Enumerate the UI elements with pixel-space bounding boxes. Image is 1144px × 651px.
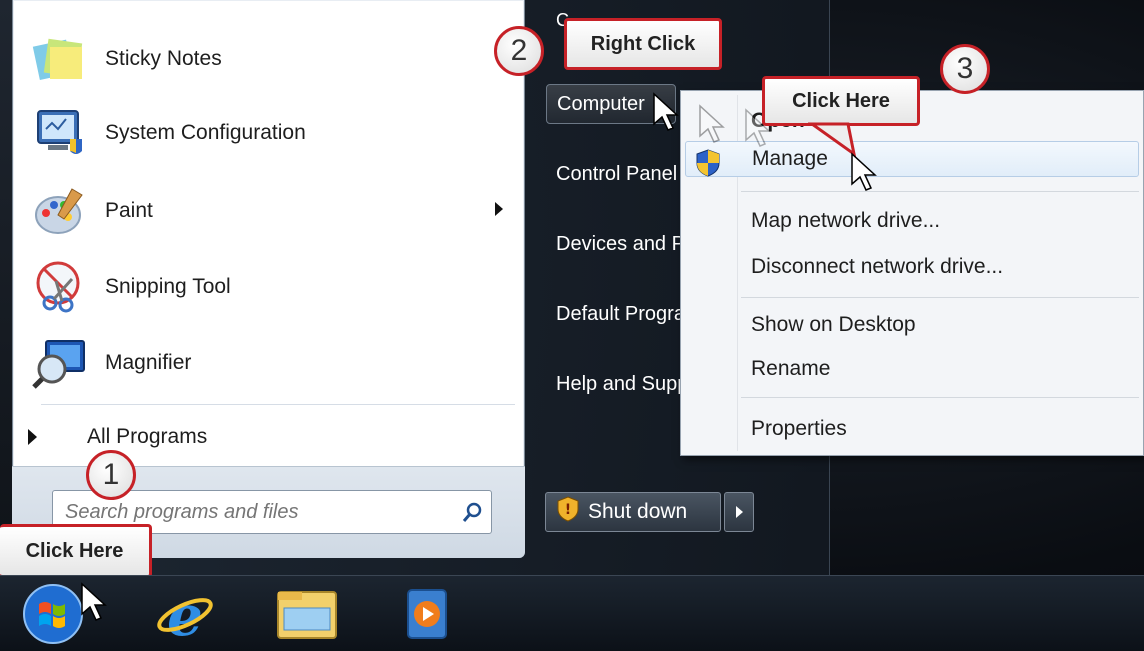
internet-explorer-icon[interactable]: e [150,580,220,648]
program-label: Snipping Tool [105,275,231,298]
program-snipping-tool[interactable]: Snipping Tool [31,254,521,320]
context-menu-label: Disconnect network drive... [751,255,1004,278]
uac-shield-icon: ! [556,496,580,528]
programs-separator [41,404,515,405]
program-sticky-notes[interactable]: Sticky Notes [31,26,521,92]
program-system-configuration[interactable]: System Configuration [31,100,521,166]
program-paint[interactable]: Paint [31,178,521,244]
step-number-2: 2 [494,26,544,76]
program-label: System Configuration [105,121,306,144]
magnifier-icon [31,334,89,392]
callout-text: Click Here [25,539,124,562]
right-item-label: Computer [557,92,645,115]
program-label: Sticky Notes [105,47,222,70]
context-menu-separator [741,191,1139,192]
step-number-label: 1 [102,458,120,491]
program-magnifier[interactable]: Magnifier [31,330,521,396]
context-menu-label: Map network drive... [751,209,941,232]
paint-icon [31,182,89,240]
shutdown-options-button[interactable] [724,492,754,532]
cursor-trail-icon [699,104,725,143]
sticky-notes-icon [31,30,89,88]
right-item-help-and-support[interactable]: Help and Support [546,364,686,404]
system-configuration-icon [31,104,89,162]
step-number-3: 3 [940,44,990,94]
callout-text: Click Here [792,89,890,112]
snipping-tool-icon [31,258,89,316]
svg-text:!: ! [565,502,571,518]
step-number-1: 1 [86,450,136,500]
callout-click-here-manage: Click Here [762,76,920,126]
callout-text: Right Click [590,32,696,55]
context-menu-separator [741,297,1139,298]
program-label: Paint [105,199,153,222]
right-item-label: Help and Support [556,372,686,395]
search-icon[interactable] [455,494,491,530]
all-programs-label: All Programs [87,425,208,448]
cursor-trail-icon [745,108,771,147]
shutdown-button[interactable]: ! Shut down [545,492,721,532]
all-programs-button[interactable]: All Programs [28,418,498,456]
context-menu-item-rename[interactable]: Rename [751,351,830,387]
start-orb-icon[interactable] [18,580,88,648]
shutdown-label: Shut down [588,500,688,523]
program-label: Magnifier [105,351,192,374]
right-item-control-panel[interactable]: Control Panel [546,154,686,194]
cursor-icon [851,152,877,191]
context-menu-label: Show on Desktop [751,313,916,336]
cursor-icon [81,582,107,621]
context-menu-item-map-network-drive[interactable]: Map network drive... [751,203,940,239]
context-menu-item-disconnect-network-drive[interactable]: Disconnect network drive... [751,249,1003,285]
desktop-edge [0,0,12,575]
uac-shield-icon [695,149,721,182]
callout-right-click: Right Click [564,18,722,70]
cursor-icon [653,92,679,131]
media-player-icon[interactable] [392,580,462,648]
context-menu-label: Properties [751,417,847,440]
right-item-label: Devices and Printers [556,232,686,255]
callout-click-here-start: Click Here [0,524,152,578]
context-menu-separator [741,397,1139,398]
right-item-label: Control Panel [556,162,678,185]
context-menu-item-show-on-desktop[interactable]: Show on Desktop [751,307,916,343]
windows-explorer-icon[interactable] [272,580,342,648]
step-number-label: 3 [956,52,974,85]
context-menu-item-properties[interactable]: Properties [751,411,847,447]
arrow-right-icon [28,429,37,445]
right-item-label: Default Programs [556,302,686,325]
context-menu-label: Rename [751,357,831,380]
submenu-arrow-icon[interactable] [495,202,503,216]
right-item-devices-and-printers[interactable]: Devices and Printers [546,224,686,264]
chevron-right-icon [735,506,743,518]
right-item-default-programs[interactable]: Default Programs [546,294,686,334]
step-number-label: 2 [510,34,528,67]
svg-text:e: e [167,583,203,645]
